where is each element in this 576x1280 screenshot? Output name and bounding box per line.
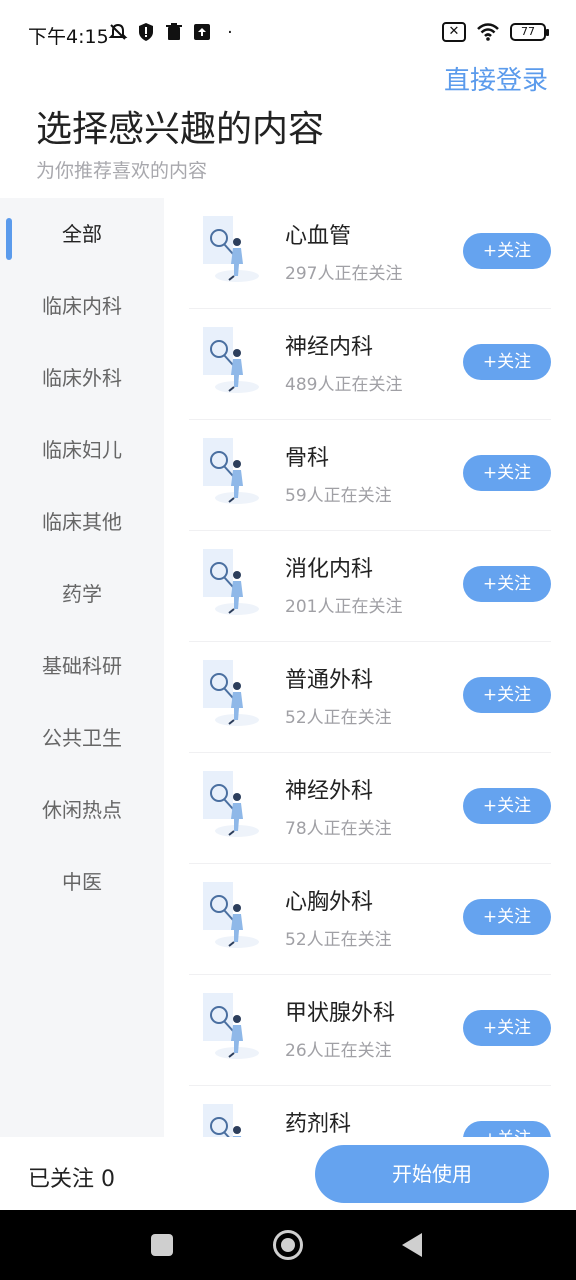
topic-follower-count: 52人正在关注 <box>285 930 392 950</box>
sidebar-item-leisure-hot[interactable]: 休闲热点 <box>0 780 164 840</box>
recent-apps-icon[interactable] <box>151 1234 173 1256</box>
follow-button[interactable]: +关注 <box>463 344 551 380</box>
list-item: 消化内科 201人正在关注 +关注 <box>189 531 551 642</box>
follow-button[interactable]: +关注 <box>463 1121 551 1137</box>
list-item: 神经外科 78人正在关注 +关注 <box>189 753 551 864</box>
doctor-illustration-icon <box>203 438 259 504</box>
sidebar-item-label: 药学 <box>62 582 102 606</box>
list-item: 普通外科 52人正在关注 +关注 <box>189 642 551 753</box>
follow-button[interactable]: +关注 <box>463 1010 551 1046</box>
topic-name: 心胸外科 <box>285 890 374 915</box>
list-item: 甲状腺外科 26人正在关注 +关注 <box>189 975 551 1086</box>
bottom-action-bar: 已关注 0 开始使用 <box>0 1137 576 1210</box>
doctor-illustration-icon <box>203 993 259 1059</box>
topic-name: 神经内科 <box>285 335 374 360</box>
topic-follower-count: 78人正在关注 <box>285 819 392 839</box>
category-sidebar: 全部 临床内科 临床外科 临床妇儿 临床其他 药学 基础科研 公共卫生 休闲热点… <box>0 198 164 1137</box>
sidebar-item-pharmacy[interactable]: 药学 <box>0 564 164 624</box>
doctor-illustration-icon <box>203 660 259 726</box>
system-nav-bar <box>0 1210 576 1280</box>
page-title: 选择感兴趣的内容 <box>36 109 325 150</box>
topic-name: 药剂科 <box>285 1112 352 1137</box>
sidebar-item-label: 全部 <box>62 222 102 246</box>
topic-follower-count: 489人正在关注 <box>285 375 403 395</box>
status-notification-icons: · <box>108 22 240 44</box>
topic-name: 甲状腺外科 <box>285 1001 396 1026</box>
list-item: 神经内科 489人正在关注 +关注 <box>189 309 551 420</box>
sidebar-item-public-health[interactable]: 公共卫生 <box>0 708 164 768</box>
sidebar-item-label: 休闲热点 <box>42 798 122 822</box>
doctor-illustration-icon <box>203 216 259 282</box>
doctor-illustration-icon <box>203 882 259 948</box>
direct-login-link[interactable]: 直接登录 <box>444 60 548 97</box>
sidebar-item-clinical-other[interactable]: 临床其他 <box>0 492 164 552</box>
sidebar-item-label: 临床其他 <box>42 510 122 534</box>
status-system-icons: ✕ 77 <box>442 22 549 42</box>
followed-count: 已关注 0 <box>28 1167 115 1192</box>
sidebar-item-label: 临床外科 <box>42 366 122 390</box>
sidebar-item-all[interactable]: 全部 <box>0 204 164 264</box>
sidebar-item-label: 基础科研 <box>42 654 122 678</box>
sidebar-item-tcm[interactable]: 中医 <box>0 852 164 912</box>
topic-name: 心血管 <box>285 224 352 249</box>
page-subtitle: 为你推荐喜欢的内容 <box>36 160 208 182</box>
sidebar-item-clinical-surgery[interactable]: 临床外科 <box>0 348 164 408</box>
home-icon[interactable] <box>273 1230 303 1260</box>
active-indicator <box>6 218 12 260</box>
doctor-illustration-icon <box>203 327 259 393</box>
wifi-icon <box>477 23 499 41</box>
start-using-button[interactable]: 开始使用 <box>315 1145 549 1203</box>
list-item: 药剂科 +关注 <box>189 1086 551 1137</box>
list-item: 心血管 297人正在关注 +关注 <box>189 198 551 309</box>
status-time: 下午4:15 <box>28 26 109 48</box>
status-bar: 下午4:15 · ✕ 77 <box>0 0 576 68</box>
sim-off-icon: ✕ <box>442 22 466 42</box>
doctor-illustration-icon <box>203 1104 242 1137</box>
sidebar-item-clinical-obgyn-pediatrics[interactable]: 临床妇儿 <box>0 420 164 480</box>
topic-follower-count: 201人正在关注 <box>285 597 403 617</box>
muted-bell-icon <box>108 22 128 44</box>
doctor-illustration-icon <box>203 549 259 615</box>
follow-button[interactable]: +关注 <box>463 788 551 824</box>
list-item: 骨科 59人正在关注 +关注 <box>189 420 551 531</box>
topic-name: 骨科 <box>285 446 330 471</box>
sidebar-item-label: 中医 <box>62 870 102 894</box>
sidebar-item-basic-research[interactable]: 基础科研 <box>0 636 164 696</box>
follow-button[interactable]: +关注 <box>463 566 551 602</box>
follow-button[interactable]: +关注 <box>463 677 551 713</box>
doctor-illustration-icon <box>203 771 259 837</box>
sidebar-item-label: 公共卫生 <box>42 726 122 750</box>
dot-icon: · <box>227 23 233 43</box>
topic-follower-count: 52人正在关注 <box>285 708 392 728</box>
topic-follower-count: 26人正在关注 <box>285 1041 392 1061</box>
follow-button[interactable]: +关注 <box>463 455 551 491</box>
shield-alert-icon <box>136 22 156 44</box>
topic-name: 消化内科 <box>285 557 374 582</box>
topic-list[interactable]: 心血管 297人正在关注 +关注 神经内科 489人正在关注 +关注 骨科 59… <box>164 198 576 1137</box>
topic-follower-count: 297人正在关注 <box>285 264 403 284</box>
upload-icon <box>192 22 212 44</box>
follow-button[interactable]: +关注 <box>463 899 551 935</box>
back-icon[interactable] <box>402 1233 422 1257</box>
follow-button[interactable]: +关注 <box>463 233 551 269</box>
sidebar-item-label: 临床妇儿 <box>42 438 122 462</box>
topic-name: 神经外科 <box>285 779 374 804</box>
sidebar-item-label: 临床内科 <box>42 294 122 318</box>
sidebar-item-clinical-internal[interactable]: 临床内科 <box>0 276 164 336</box>
list-item: 心胸外科 52人正在关注 +关注 <box>189 864 551 975</box>
topic-name: 普通外科 <box>285 668 374 693</box>
battery-icon: 77 <box>510 23 549 41</box>
topic-follower-count: 59人正在关注 <box>285 486 392 506</box>
trash-icon <box>164 22 184 44</box>
